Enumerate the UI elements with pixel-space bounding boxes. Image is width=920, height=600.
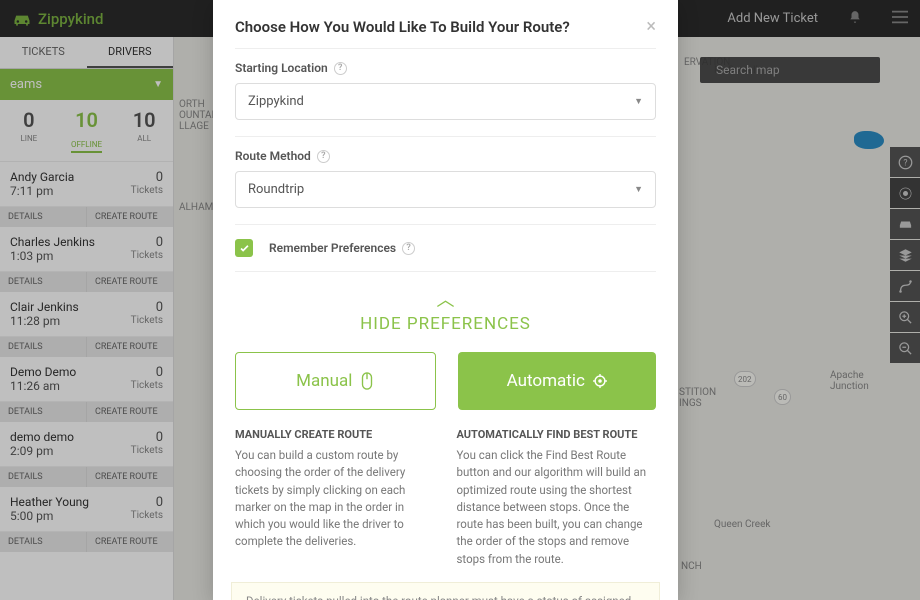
- status-note: Delivery tickets pulled into the route p…: [231, 582, 660, 600]
- modal-title: Choose How You Would Like To Build Your …: [235, 18, 570, 36]
- route-method-label: Route Method ?: [235, 149, 656, 163]
- route-builder-modal: Choose How You Would Like To Build Your …: [213, 0, 678, 600]
- remember-preferences-label: Remember Preferences ?: [269, 241, 415, 255]
- help-icon[interactable]: ?: [317, 150, 330, 163]
- mouse-icon: [360, 372, 374, 390]
- manual-button[interactable]: Manual: [235, 352, 436, 410]
- manual-desc-title: MANUALLY CREATE ROUTE: [235, 428, 435, 441]
- help-icon[interactable]: ?: [402, 242, 415, 255]
- manual-desc-text: You can build a custom route by choosing…: [235, 447, 435, 551]
- hide-preferences-toggle[interactable]: ︿ HIDE PREFERENCES: [235, 292, 656, 334]
- chevron-down-icon: ▼: [634, 96, 643, 107]
- close-icon[interactable]: ×: [646, 18, 656, 36]
- remember-preferences-checkbox[interactable]: [235, 239, 253, 257]
- auto-desc-text: You can click the Find Best Route button…: [457, 447, 657, 568]
- auto-desc-title: AUTOMATICALLY FIND BEST ROUTE: [457, 428, 657, 441]
- check-icon: [239, 243, 250, 254]
- target-icon: [593, 372, 607, 390]
- help-icon[interactable]: ?: [334, 62, 347, 75]
- route-method-select[interactable]: Roundtrip ▼: [235, 171, 656, 208]
- chevron-down-icon: ▼: [634, 184, 643, 195]
- starting-location-select[interactable]: Zippykind ▼: [235, 83, 656, 120]
- starting-location-label: Starting Location ?: [235, 61, 656, 75]
- automatic-button[interactable]: Automatic: [458, 352, 657, 410]
- chevron-up-icon: ︿: [235, 292, 656, 310]
